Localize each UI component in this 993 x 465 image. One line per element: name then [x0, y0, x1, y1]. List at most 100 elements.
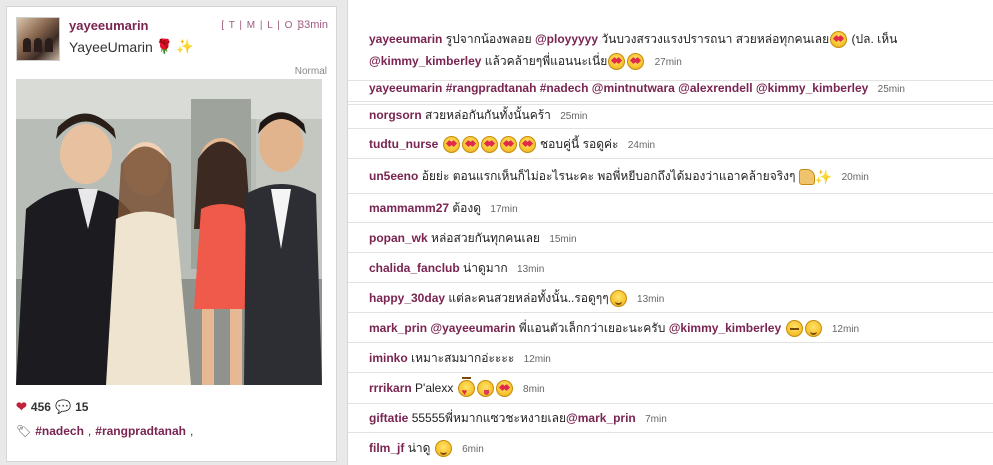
comment-text: (ปล. เห็น — [851, 32, 898, 46]
comment-item: film_jf น่าดู 6min — [348, 433, 993, 465]
relieved-emoji-icon — [785, 320, 803, 338]
caption-text: YayeeUmarin — [69, 38, 153, 55]
post-username[interactable]: yayeeumarin — [69, 18, 149, 33]
comment-tags[interactable]: #rangpradtanah #nadech @mintnutwara @ale… — [446, 81, 869, 95]
smile-emoji-icon — [609, 290, 627, 308]
comment-item: yayeeumarin รูปจากน้องพลอย @ployyyyy วัน… — [348, 0, 993, 81]
post-header: yayeeumarin YayeeUmarin 🌹 ✨ [ T | M | L … — [16, 17, 328, 63]
comment-item: norgsorn สวยหล่อกันกันทั้งนั้นคร้า 25min — [348, 102, 993, 129]
size-links: [ T | M | L | O ] — [221, 20, 301, 31]
comment-text: น่าดูมาก — [463, 261, 508, 275]
post-photo[interactable] — [16, 79, 322, 385]
kiss-emoji-icon — [457, 377, 475, 398]
speech-bubble-icon[interactable]: 💬 — [55, 399, 71, 415]
comment-username[interactable]: tudtu_nurse — [369, 137, 438, 151]
post-stats: ❤ 456 💬 15 — [16, 399, 88, 415]
post-card: yayeeumarin YayeeUmarin 🌹 ✨ [ T | M | L … — [6, 6, 337, 462]
mention-link[interactable]: @ployyyyy — [535, 32, 598, 46]
comment-text: วันบวงสรวงแรงปรารถนา สวยหล่อทุกคนเลย — [601, 32, 830, 46]
comment-item: mark_prin @yayeeumarin พี่แอนตัวเล็กกว่า… — [348, 313, 993, 343]
heart-eyes-emoji-icon — [461, 136, 479, 154]
mention-link[interactable]: @kimmy_kimberley — [369, 54, 481, 68]
comment-username[interactable]: mammamm27 — [369, 201, 449, 215]
heart-eyes-emoji-icon — [480, 136, 498, 154]
heart-icon[interactable]: ❤ — [16, 399, 27, 415]
comment-text: พี่แอนตัวเล็กกว่าเยอะนะครับ — [518, 321, 666, 335]
comment-item: popan_wk หล่อสวยกันทุกคนเลย 15min — [348, 223, 993, 253]
avatar[interactable] — [16, 17, 60, 61]
heart-eyes-emoji-icon — [499, 136, 517, 154]
post-caption: YayeeUmarin 🌹 ✨ — [69, 38, 194, 55]
comment-item: chalida_fanclub น่าดูมาก 13min — [348, 253, 993, 283]
comment-text: รูปจากน้องพลอย — [445, 32, 532, 46]
comment-text: แต่ละคนสวยหล่อทั้งนั้น..รอดูๆๆ — [448, 291, 609, 305]
comment-time: 6min — [462, 444, 484, 455]
comment-time: 12min — [831, 324, 860, 335]
comment-time: 17min — [490, 204, 518, 215]
comment-text: แล้วคล้ายๆพี่แอนนะเนี่ย — [484, 54, 608, 68]
heart-eyes-emoji-icon — [442, 136, 460, 154]
tongue-emoji-icon — [476, 380, 494, 398]
heart-eyes-emoji-icon — [608, 53, 626, 71]
comment-time: 24min — [627, 140, 656, 151]
mention-link[interactable]: @kimmy_kimberley — [669, 321, 781, 335]
comment-text: อ้ยย่ะ ตอนแรกเห็นก็ไม่อะไรนะคะ พอพี่หยีบ… — [421, 169, 796, 183]
size-link-l[interactable]: L — [267, 20, 273, 31]
comment-time: 27min — [654, 57, 682, 68]
comment-time: 7min — [645, 414, 667, 425]
comment-username[interactable]: happy_30day — [369, 291, 445, 305]
tag-icon: 🏷 — [16, 424, 32, 438]
comment-username[interactable]: chalida_fanclub — [369, 261, 460, 275]
comment-time: 8min — [523, 384, 545, 395]
comment-username[interactable]: giftatie — [369, 411, 408, 425]
comment-item: happy_30day แต่ละคนสวยหล่อทั้งนั้น..รอดู… — [348, 283, 993, 313]
smile-emoji-icon — [434, 440, 452, 458]
comment-time: 13min — [517, 264, 545, 275]
comment-username[interactable]: rrrikarn — [369, 381, 412, 395]
tag-link[interactable]: #rangpradtanah — [95, 424, 186, 438]
comment-username[interactable]: mark_prin — [369, 321, 427, 335]
comment-text: ชอบคู่นี้ รอดูค่ะ — [540, 137, 619, 151]
post-tags: 🏷 #nadech, #rangpradtanah, — [16, 424, 194, 438]
smile-emoji-icon — [804, 320, 822, 338]
comment-username[interactable]: popan_wk — [369, 231, 428, 245]
comment-text: 55555พี่หมากแซวชะหงายเลย — [411, 411, 567, 425]
comment-username[interactable]: yayeeumarin — [369, 32, 442, 46]
comment-username[interactable]: un5eeno — [369, 169, 418, 183]
comment-item: rrrikarn P'alexx 8min — [348, 373, 993, 404]
comment-text: P'alexx — [415, 381, 454, 395]
sparkles-icon: ✨ — [814, 168, 833, 185]
heart-eyes-emoji-icon — [495, 380, 513, 398]
size-link-m[interactable]: M — [247, 20, 256, 31]
comment-item: tudtu_nurse ชอบคู่นี้ รอดูค่ะ 24min — [348, 129, 993, 159]
rose-icon: 🌹 — [155, 38, 174, 54]
comment-time: 25min — [560, 111, 588, 122]
filter-label: Normal — [294, 66, 327, 77]
size-link-t[interactable]: T — [229, 20, 236, 31]
comment-time: 13min — [637, 294, 665, 305]
tag-link[interactable]: #nadech — [35, 424, 84, 438]
mention-link[interactable]: @yayeeumarin — [430, 321, 515, 335]
comment-text: น่าดู — [407, 441, 431, 455]
post-time: 33min — [298, 19, 328, 31]
comment-item: mammamm27 ต้องดู 17min — [348, 194, 993, 223]
comment-time: 12min — [523, 354, 551, 365]
comment-text: ต้องดู — [452, 201, 482, 215]
comment-item: iminko เหมาะสมมากอ่ะะะะ 12min — [348, 343, 993, 373]
comment-username[interactable]: film_jf — [369, 441, 404, 455]
comments-panel: yayeeumarin รูปจากน้องพลอย @ployyyyy วัน… — [347, 0, 993, 465]
comment-username[interactable]: iminko — [369, 351, 408, 365]
heart-eyes-emoji-icon — [830, 31, 848, 49]
mention-link[interactable]: @mark_prin — [566, 411, 636, 425]
comment-text: หล่อสวยกันทุกคนเลย — [431, 231, 540, 245]
comment-time: 15min — [549, 234, 577, 245]
comment-username[interactable]: norgsorn — [369, 108, 422, 122]
comment-username[interactable]: yayeeumarin — [369, 81, 442, 95]
comment-item: yayeeumarin #rangpradtanah #nadech @mint… — [348, 75, 993, 102]
size-link-o[interactable]: O — [285, 20, 294, 31]
heart-eyes-emoji-icon — [518, 136, 536, 154]
comment-time: 25min — [877, 84, 905, 95]
sparkles-icon: ✨ — [176, 38, 194, 54]
comment-item: giftatie 55555พี่หมากแซวชะหงายเลย@mark_p… — [348, 404, 993, 433]
comment-text: สวยหล่อกันกันทั้งนั้นคร้า — [425, 108, 551, 122]
